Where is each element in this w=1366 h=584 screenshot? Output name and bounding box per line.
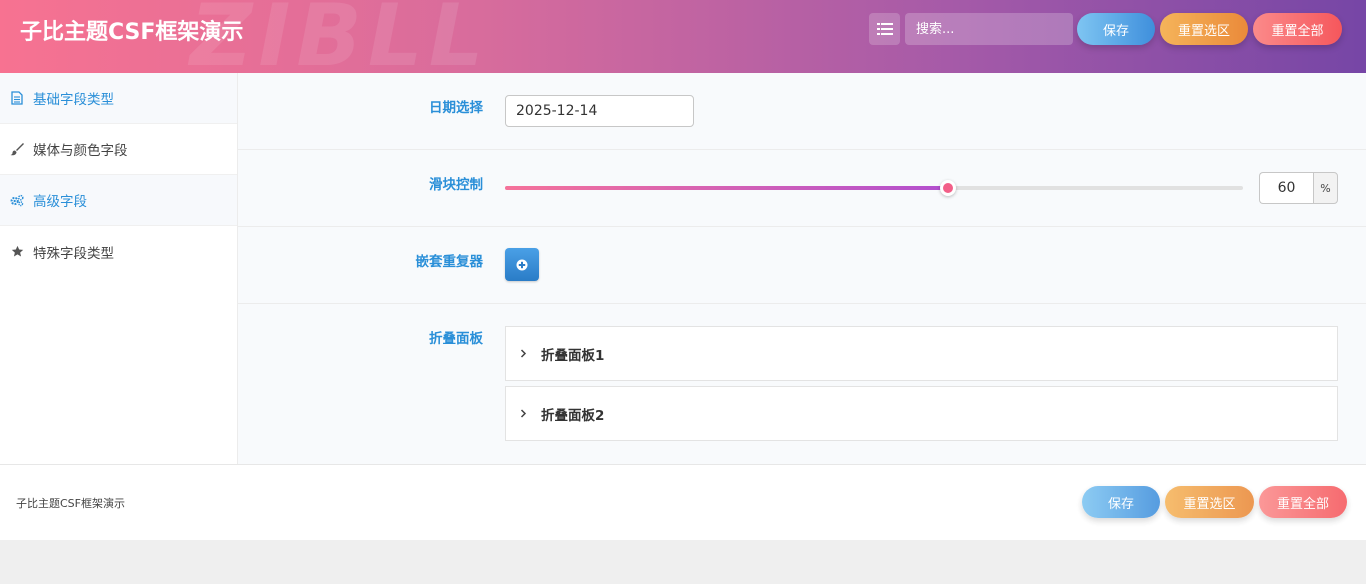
page-title: 子比主题CSF框架演示: [20, 20, 244, 45]
footer-text: 子比主题CSF框架演示: [16, 497, 125, 510]
accordion-panel-2[interactable]: 折叠面板2: [505, 386, 1338, 441]
sidebar-item-label: 特殊字段类型: [33, 245, 114, 262]
field-row-date: 日期选择: [238, 73, 1366, 150]
slider-value-input[interactable]: [1259, 172, 1313, 204]
menu-toggle-button[interactable]: [869, 13, 900, 45]
date-input[interactable]: [505, 95, 694, 127]
repeater-label: 嵌套重复器: [415, 254, 484, 270]
accordion-panel-title: 折叠面板2: [541, 407, 605, 424]
slider-track[interactable]: [505, 180, 1243, 196]
field-row-repeater: 嵌套重复器: [238, 227, 1366, 304]
slider-fill: [505, 186, 948, 190]
footer-reset-section-button[interactable]: 重置选区: [1165, 486, 1254, 518]
date-label: 日期选择: [429, 100, 483, 116]
header-bar: ZIBLL 子比主题CSF框架演示 保存 重置选区 重置全部: [0, 0, 1366, 73]
sidebar-item-special-fields[interactable]: 特殊字段类型: [0, 226, 237, 277]
plus-circle-icon: [516, 259, 528, 270]
list-icon: [876, 23, 893, 35]
sidebar-item-label: 基础字段类型: [33, 92, 114, 108]
footer-reset-all-button[interactable]: 重置全部: [1259, 486, 1347, 518]
header-reset-all-button[interactable]: 重置全部: [1253, 13, 1342, 45]
add-repeater-item-button[interactable]: [505, 248, 539, 281]
chevron-right-icon: [520, 349, 532, 358]
sidebar-item-media-color[interactable]: 媒体与颜色字段: [0, 124, 237, 175]
sidebar-item-label: 媒体与颜色字段: [33, 143, 128, 159]
search-input[interactable]: [905, 13, 1073, 45]
accordion-label: 折叠面板: [429, 331, 483, 347]
accordion-panel-title: 折叠面板1: [541, 347, 605, 364]
chevron-right-icon: [520, 409, 532, 418]
star-icon: [10, 245, 24, 259]
slider-handle[interactable]: [939, 180, 956, 196]
header-reset-section-button[interactable]: 重置选区: [1160, 13, 1248, 45]
slider-unit: %: [1313, 172, 1338, 204]
accordion-panel-1[interactable]: 折叠面板1: [505, 326, 1338, 381]
main-content: 日期选择 滑块控制 % 嵌套重复器 折叠面板 折叠面板1 折叠面板2: [238, 73, 1366, 464]
sidebar-item-basic-fields[interactable]: 基础字段类型: [0, 73, 237, 124]
sidebar-item-label: 高级字段: [33, 194, 87, 210]
header-save-button[interactable]: 保存: [1077, 13, 1155, 45]
sidebar-item-advanced-fields[interactable]: 高级字段: [0, 175, 237, 226]
sidebar: 基础字段类型 媒体与颜色字段 高级字段 特殊字段类型: [0, 73, 238, 464]
brush-icon: [10, 142, 24, 156]
footer-save-button[interactable]: 保存: [1082, 486, 1160, 518]
gears-icon: [10, 193, 24, 207]
slider-label: 滑块控制: [429, 177, 483, 193]
footer-bar: 子比主题CSF框架演示 保存 重置选区 重置全部: [0, 464, 1366, 540]
document-icon: [10, 91, 24, 105]
